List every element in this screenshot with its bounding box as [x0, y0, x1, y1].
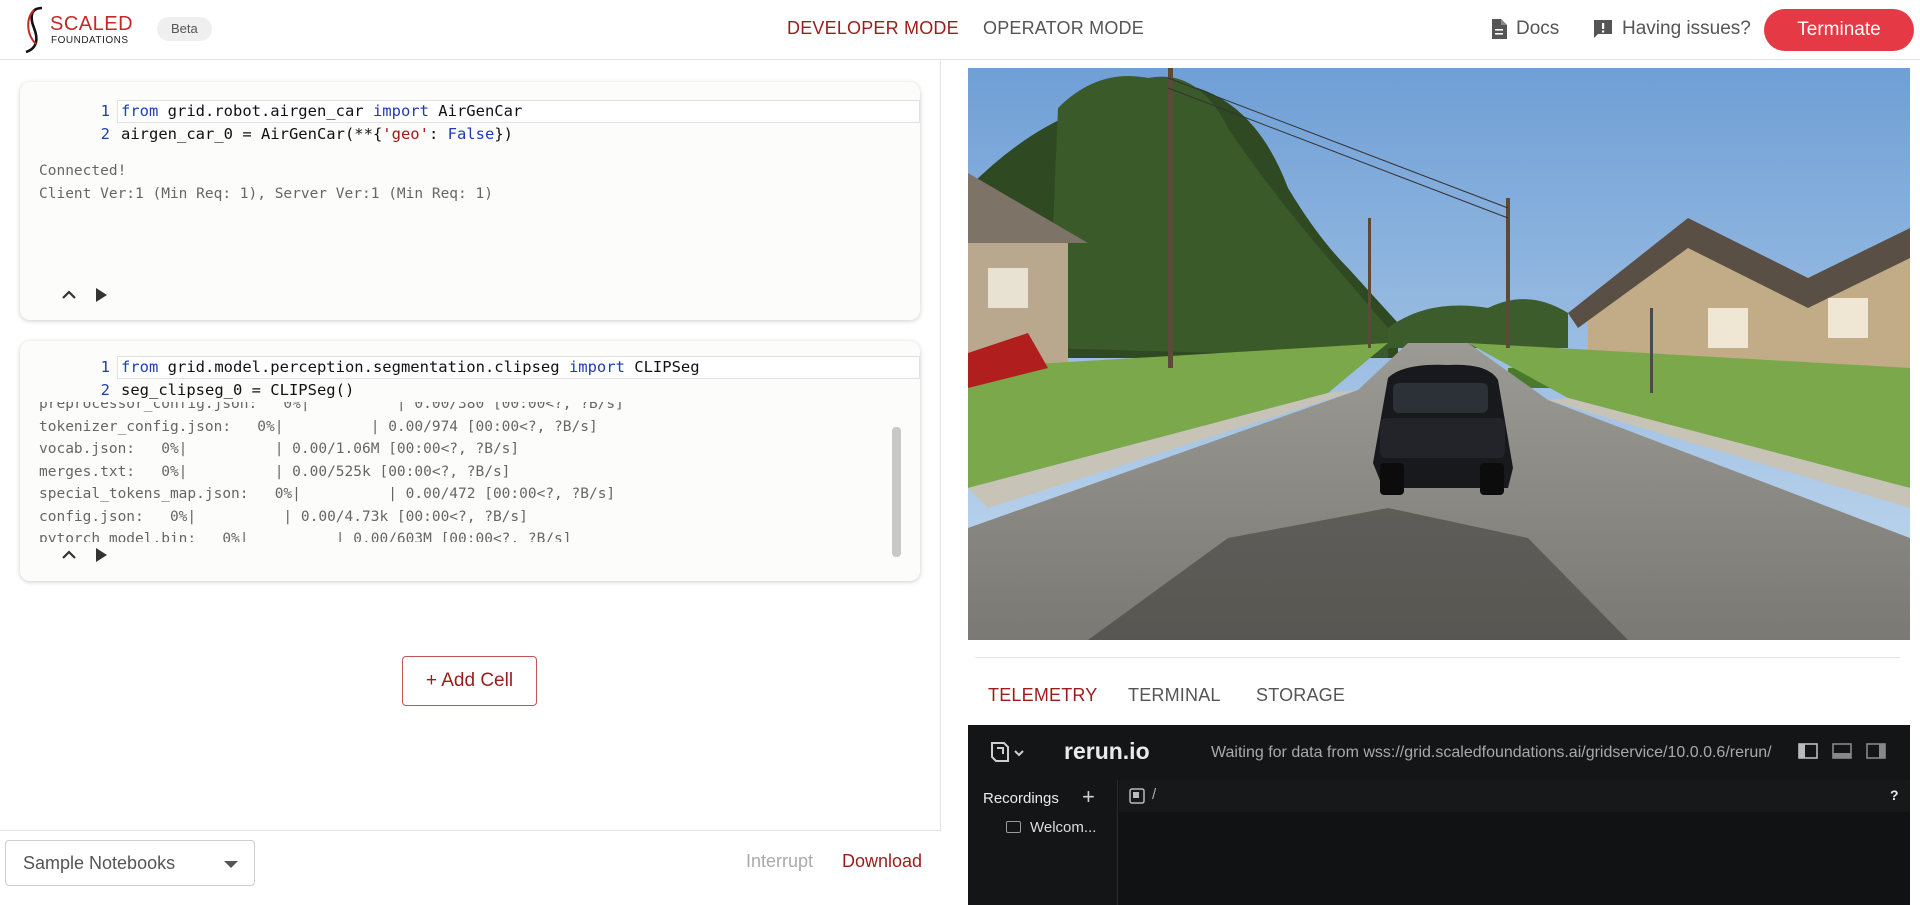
blueprint-icon[interactable] [1129, 788, 1145, 804]
run-play-icon[interactable] [92, 286, 110, 304]
recording-welcome-item[interactable]: Welcom... [1030, 819, 1096, 836]
cell-output-line: Connected! [39, 163, 127, 179]
collapse-up-icon[interactable] [60, 546, 78, 564]
cell-output-scroll[interactable]: preprocessor_config.json: 0%| | 0.00/380… [20, 402, 920, 542]
code-line[interactable]: 2 seg_clipseg_0 = CLIPSeg() [20, 379, 920, 402]
recording-item-icon [1006, 821, 1021, 833]
simulation-camera-view[interactable] [968, 68, 1910, 640]
notebook-cell[interactable]: 1 from grid.robot.airgen_car import AirG… [20, 82, 920, 320]
dropdown-caret-icon [224, 861, 238, 868]
cell-output-line: tokenizer_config.json: 0%| | 0.00/974 [0… [39, 419, 598, 435]
cell-output-line: pytorch_model.bin: 0%| | 0.00/603M [00:0… [39, 531, 572, 542]
tab-storage[interactable]: STORAGE [1256, 685, 1345, 706]
line-number: 1 [100, 358, 110, 376]
tab-developer-mode[interactable]: DEVELOPER MODE [787, 18, 959, 39]
document-icon [1492, 19, 1507, 39]
footer-divider [0, 830, 940, 831]
recordings-panel: Recordings + Welcom... [968, 780, 1118, 905]
left-panel-toggle-icon[interactable] [1798, 743, 1818, 759]
rerun-status-text: Waiting for data from wss://grid.scaledf… [1211, 744, 1772, 761]
recordings-label: Recordings [983, 790, 1059, 807]
cell-output-line: Client Ver:1 (Min Req: 1), Server Ver:1 … [39, 186, 493, 202]
cell-output-line: merges.txt: 0%| | 0.00/525k [00:00<?, ?B… [39, 464, 511, 480]
pane-divider[interactable] [940, 61, 941, 831]
tabs-divider [975, 657, 1900, 658]
help-icon[interactable]: ? [1890, 787, 1899, 803]
cell-output-line: config.json: 0%| | 0.00/4.73k [00:00<?, … [39, 509, 528, 525]
docs-label: Docs [1516, 18, 1560, 39]
cell-output-line: vocab.json: 0%| | 0.00/1.06M [00:00<?, ?… [39, 441, 520, 457]
tab-terminal[interactable]: TERMINAL [1128, 685, 1221, 706]
notebook-cell[interactable]: 1 from grid.model.perception.segmentatio… [20, 341, 920, 581]
driving-scene-image [968, 68, 1910, 640]
right-panel-toggle-icon[interactable] [1866, 743, 1886, 759]
entity-path: / [1152, 786, 1157, 803]
feedback-icon [1594, 20, 1612, 38]
rerun-top-bar: rerun.io Waiting for data from wss://gri… [968, 725, 1910, 780]
sample-notebooks-select[interactable]: Sample Notebooks [5, 840, 255, 886]
rerun-title: rerun.io [1064, 738, 1150, 764]
collapse-up-icon[interactable] [60, 286, 78, 304]
sample-notebooks-value: Sample Notebooks [23, 853, 176, 873]
line-number: 2 [100, 125, 110, 143]
code-line[interactable]: 1 from grid.model.perception.segmentatio… [20, 356, 920, 379]
code-line[interactable]: 1 from grid.robot.airgen_car import AirG… [20, 100, 920, 123]
panel-toggle-group [1798, 743, 1886, 759]
output-scrollbar[interactable] [892, 427, 901, 557]
interrupt-button[interactable]: Interrupt [746, 851, 813, 872]
logo-mark-icon [25, 6, 43, 54]
code-text[interactable]: from grid.robot.airgen_car import AirGen… [121, 100, 522, 123]
tab-operator-mode[interactable]: OPERATOR MODE [983, 18, 1144, 39]
rerun-logo-icon[interactable] [988, 739, 1030, 765]
cell-output-line: special_tokens_map.json: 0%| | 0.00/472 … [39, 486, 616, 502]
download-button[interactable]: Download [842, 851, 922, 872]
code-text[interactable]: from grid.model.perception.segmentation.… [121, 356, 700, 379]
cell-controls [60, 546, 110, 564]
rerun-blueprint-bar: / [1119, 780, 1910, 812]
code-text[interactable]: seg_clipseg_0 = CLIPSeg() [121, 379, 354, 402]
code-text[interactable]: airgen_car_0 = AirGenCar(**{'geo': False… [121, 123, 513, 146]
app-header: SCALED FOUNDATIONS Beta DEVELOPER MODE O… [0, 0, 1920, 60]
rerun-viewer[interactable]: rerun.io Waiting for data from wss://gri… [968, 725, 1910, 905]
add-recording-icon[interactable]: + [1082, 786, 1095, 808]
tab-telemetry[interactable]: TELEMETRY [988, 685, 1098, 706]
add-cell-button[interactable]: + Add Cell [402, 656, 537, 706]
cell-controls [60, 286, 110, 304]
cell-output-line: preprocessor_config.json: 0%| | 0.00/380… [39, 402, 624, 412]
line-number: 2 [100, 381, 110, 399]
line-number: 1 [100, 102, 110, 120]
code-line[interactable]: 2 airgen_car_0 = AirGenCar(**{'geo': Fal… [20, 123, 920, 146]
having-issues-label: Having issues? [1622, 18, 1751, 39]
docs-link[interactable]: Docs [1490, 18, 1559, 40]
having-issues-link[interactable]: Having issues? [1592, 18, 1751, 40]
notebook-pane: 1 from grid.robot.airgen_car import AirG… [0, 61, 940, 831]
bottom-panel-toggle-icon[interactable] [1832, 743, 1852, 759]
terminate-button[interactable]: Terminate [1764, 9, 1914, 51]
logo-subtitle: FOUNDATIONS [51, 35, 129, 46]
logo-wordmark: SCALED [50, 13, 134, 35]
beta-badge: Beta [157, 17, 212, 41]
run-play-icon[interactable] [92, 546, 110, 564]
scaled-foundations-logo[interactable]: SCALED FOUNDATIONS [22, 4, 134, 56]
